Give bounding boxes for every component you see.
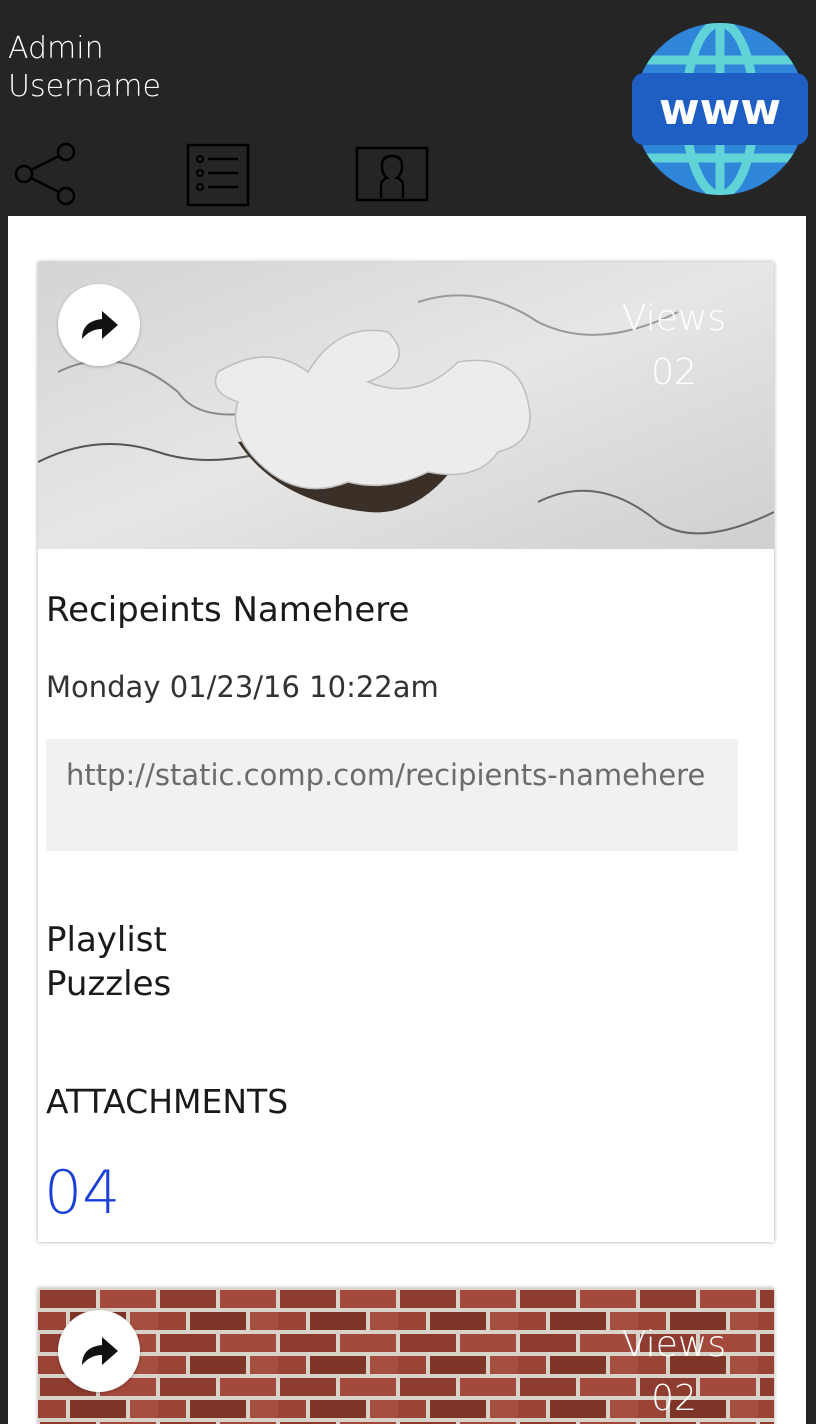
share-button[interactable]	[58, 284, 140, 366]
share-url[interactable]: http://static.comp.com/recipients-namehe…	[66, 757, 716, 794]
share-card: Views 02	[38, 1288, 774, 1424]
username-label: Username	[8, 69, 161, 104]
playlist-name[interactable]: Puzzles	[46, 962, 171, 1006]
share-card: Views 02 Recipeints Namehere Monday 01/2…	[38, 262, 774, 1242]
forward-arrow-icon	[82, 311, 118, 339]
card-hero-image: Views 02	[38, 262, 774, 549]
views-counter: Views 02	[614, 292, 734, 400]
playlist-info: Playlist Puzzles	[46, 918, 171, 1006]
playlist-label: Playlist	[46, 920, 167, 960]
list-icon[interactable]	[186, 143, 250, 207]
recipient-name: Recipeints Namehere	[46, 590, 410, 630]
attachments-count[interactable]: 04	[44, 1158, 120, 1228]
views-count: 02	[651, 1378, 697, 1419]
admin-label: Admin	[8, 31, 104, 66]
forward-arrow-icon	[82, 1337, 118, 1365]
share-icon[interactable]	[12, 140, 78, 206]
card-hero-image: Views 02	[38, 1288, 774, 1424]
views-counter: Views 02	[614, 1318, 734, 1424]
contact-card-icon[interactable]	[355, 146, 429, 202]
views-label: Views	[621, 1324, 727, 1365]
views-label: Views	[621, 298, 727, 339]
feed-content: Views 02 Recipeints Namehere Monday 01/2…	[8, 216, 806, 1424]
globe-www-text: www	[659, 84, 781, 135]
admin-info: Admin Username	[8, 30, 161, 106]
website-globe-icon[interactable]: www	[632, 20, 808, 198]
app-header: Admin Username www	[0, 0, 816, 216]
attachments-label: ATTACHMENTS	[46, 1082, 289, 1121]
views-count: 02	[651, 352, 697, 393]
share-button[interactable]	[58, 1310, 140, 1392]
share-url-box[interactable]: http://static.comp.com/recipients-namehe…	[46, 739, 738, 851]
sent-datetime: Monday 01/23/16 10:22am	[46, 670, 439, 704]
